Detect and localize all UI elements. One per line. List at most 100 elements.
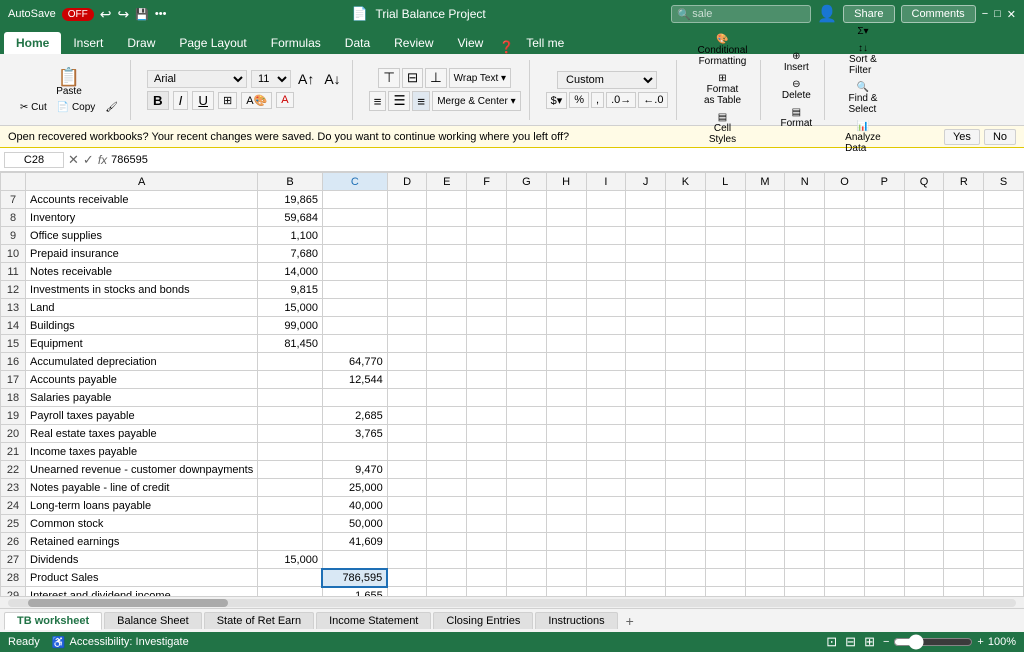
cell-empty[interactable]: [904, 443, 944, 461]
cell-empty[interactable]: [467, 245, 507, 263]
cell-d18[interactable]: [387, 389, 427, 407]
cell-empty[interactable]: [546, 515, 586, 533]
cell-a27[interactable]: Dividends: [26, 551, 258, 569]
cell-empty[interactable]: [427, 425, 467, 443]
cell-empty[interactable]: [586, 533, 626, 551]
cell-a12[interactable]: Investments in stocks and bonds: [26, 281, 258, 299]
cell-d13[interactable]: [387, 299, 427, 317]
cell-empty[interactable]: [626, 461, 666, 479]
insert-button[interactable]: ⊕ Insert: [778, 49, 814, 75]
cell-empty[interactable]: [626, 299, 666, 317]
cell-empty[interactable]: [705, 515, 745, 533]
cell-empty[interactable]: [984, 569, 1024, 587]
cell-empty[interactable]: [586, 209, 626, 227]
cell-b19[interactable]: [258, 407, 323, 425]
cell-empty[interactable]: [825, 227, 865, 245]
cell-empty[interactable]: [785, 425, 825, 443]
row-header-26[interactable]: 26: [1, 533, 26, 551]
cell-empty[interactable]: [825, 209, 865, 227]
tab-home[interactable]: Home: [4, 32, 61, 54]
cell-empty[interactable]: [467, 299, 507, 317]
cell-empty[interactable]: [467, 569, 507, 587]
cell-c12[interactable]: [322, 281, 387, 299]
cell-empty[interactable]: [467, 227, 507, 245]
cancel-formula-icon[interactable]: ✕: [68, 152, 79, 168]
cell-empty[interactable]: [467, 533, 507, 551]
col-header-h[interactable]: H: [546, 173, 586, 191]
cell-empty[interactable]: [467, 263, 507, 281]
col-header-j[interactable]: J: [626, 173, 666, 191]
cell-empty[interactable]: [507, 569, 547, 587]
cell-empty[interactable]: [984, 479, 1024, 497]
cell-empty[interactable]: [825, 479, 865, 497]
cell-empty[interactable]: [745, 191, 785, 209]
cell-empty[interactable]: [666, 479, 706, 497]
cell-c16[interactable]: 64,770: [322, 353, 387, 371]
cell-empty[interactable]: [666, 551, 706, 569]
cell-empty[interactable]: [666, 299, 706, 317]
cell-empty[interactable]: [507, 281, 547, 299]
sheet-tab-instructions[interactable]: Instructions: [535, 612, 617, 629]
cell-empty[interactable]: [546, 425, 586, 443]
cell-d14[interactable]: [387, 317, 427, 335]
cell-a20[interactable]: Real estate taxes payable: [26, 425, 258, 443]
cell-empty[interactable]: [785, 533, 825, 551]
cell-empty[interactable]: [666, 407, 706, 425]
conditional-formatting-button[interactable]: 🎨 ConditionalFormatting: [693, 32, 751, 69]
cell-empty[interactable]: [546, 227, 586, 245]
cell-empty[interactable]: [745, 209, 785, 227]
cell-empty[interactable]: [825, 407, 865, 425]
cell-b22[interactable]: [258, 461, 323, 479]
cell-a22[interactable]: Unearned revenue - customer downpayments: [26, 461, 258, 479]
cell-empty[interactable]: [546, 389, 586, 407]
cell-empty[interactable]: [427, 497, 467, 515]
border-icon[interactable]: ⊞: [218, 92, 237, 109]
cell-a17[interactable]: Accounts payable: [26, 371, 258, 389]
cell-empty[interactable]: [586, 353, 626, 371]
cell-c7[interactable]: [322, 191, 387, 209]
tab-page-layout[interactable]: Page Layout: [167, 32, 258, 54]
cell-empty[interactable]: [507, 263, 547, 281]
tab-insert[interactable]: Insert: [61, 32, 115, 54]
col-header-a[interactable]: A: [26, 173, 258, 191]
cell-empty[interactable]: [984, 461, 1024, 479]
cell-b25[interactable]: [258, 515, 323, 533]
cell-empty[interactable]: [586, 443, 626, 461]
cell-b15[interactable]: 81,450: [258, 335, 323, 353]
align-left-button[interactable]: ≡: [369, 91, 387, 111]
cell-empty[interactable]: [467, 587, 507, 597]
cell-empty[interactable]: [944, 569, 984, 587]
align-top-button[interactable]: ⊤: [378, 68, 400, 88]
cell-c22[interactable]: 9,470: [322, 461, 387, 479]
cell-a18[interactable]: Salaries payable: [26, 389, 258, 407]
cell-b27[interactable]: 15,000: [258, 551, 323, 569]
cell-empty[interactable]: [666, 425, 706, 443]
font-size-select[interactable]: 11: [251, 70, 291, 88]
tab-draw[interactable]: Draw: [115, 32, 167, 54]
cell-empty[interactable]: [427, 587, 467, 597]
cell-a10[interactable]: Prepaid insurance: [26, 245, 258, 263]
cell-b24[interactable]: [258, 497, 323, 515]
cell-empty[interactable]: [785, 551, 825, 569]
cell-empty[interactable]: [745, 353, 785, 371]
cell-empty[interactable]: [904, 191, 944, 209]
merge-center-button[interactable]: Merge & Center ▾: [432, 91, 520, 111]
cell-c17[interactable]: 12,544: [322, 371, 387, 389]
cell-empty[interactable]: [864, 209, 904, 227]
cell-b17[interactable]: [258, 371, 323, 389]
cell-empty[interactable]: [825, 551, 865, 569]
cell-empty[interactable]: [467, 191, 507, 209]
cell-empty[interactable]: [507, 461, 547, 479]
cell-empty[interactable]: [745, 371, 785, 389]
cell-empty[interactable]: [864, 371, 904, 389]
cell-empty[interactable]: [705, 407, 745, 425]
cell-empty[interactable]: [984, 317, 1024, 335]
delete-button[interactable]: ⊖ Delete: [778, 77, 815, 103]
cell-empty[interactable]: [586, 425, 626, 443]
cell-empty[interactable]: [507, 443, 547, 461]
col-header-s[interactable]: S: [984, 173, 1024, 191]
cell-d20[interactable]: [387, 425, 427, 443]
number-format-select[interactable]: Custom: [557, 71, 657, 89]
tab-formulas[interactable]: Formulas: [259, 32, 333, 54]
cell-empty[interactable]: [904, 407, 944, 425]
